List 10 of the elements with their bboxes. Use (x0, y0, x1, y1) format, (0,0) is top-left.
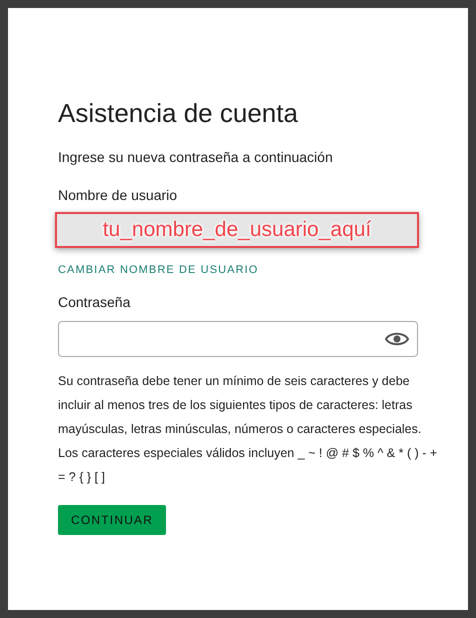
field-label: Nombre de usuario (58, 187, 178, 203)
page-title: Asistencia de cuenta (58, 98, 298, 129)
field-label: Contraseña (58, 294, 130, 310)
continue-button[interactable]: CONTINUAR (58, 505, 166, 535)
username-field: tu_nombre_de_usuario_aquí (55, 212, 419, 248)
instruction-text: Ingrese su nueva contraseña a continuación (58, 149, 333, 165)
show-password-icon[interactable] (385, 331, 409, 347)
change-username-link[interactable]: CAMBIAR NOMBRE DE USUARIO (58, 264, 258, 276)
password-requirements: Su contraseña debe tener un mínimo de seis caracteres y debe incluir al menos tres de los siguientes tipos de caracteres: letras mayúsculas, letras minúsculas, números o caracteres especiales. Los caracteres especiales válidos incluyen _ ~ ! @ # $ % ^ & * ( ) - + = ? { } [ ] (58, 373, 438, 486)
password-field[interactable] (58, 321, 418, 357)
